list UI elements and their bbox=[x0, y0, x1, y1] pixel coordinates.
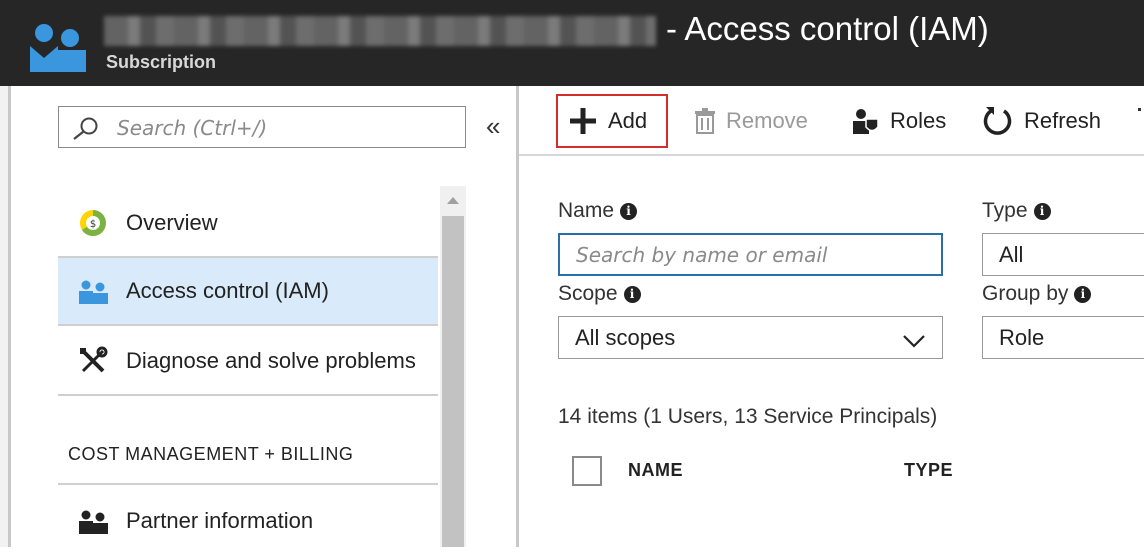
sidebar-item-diagnose[interactable]: Diagnose and solve problems bbox=[58, 328, 438, 396]
section-heading: COST MANAGEMENT + BILLING bbox=[68, 444, 354, 464]
refresh-button-label: Refresh bbox=[1024, 108, 1102, 133]
scrollbar-thumb[interactable] bbox=[442, 216, 464, 547]
wrench-screwdriver-icon bbox=[76, 344, 110, 378]
add-button[interactable]: Add bbox=[556, 94, 668, 148]
toolbar-divider bbox=[519, 154, 1144, 156]
sidebar-item-label: Diagnose and solve problems bbox=[126, 348, 416, 373]
remove-button[interactable]: Remove bbox=[694, 94, 808, 148]
refresh-icon bbox=[982, 105, 1014, 137]
plus-icon bbox=[568, 106, 598, 136]
redacted-subscription-name bbox=[104, 16, 656, 46]
partner-users-icon bbox=[76, 504, 110, 538]
sidebar-item-partner-information[interactable]: Partner information bbox=[58, 487, 438, 555]
info-icon[interactable]: i bbox=[1033, 202, 1051, 220]
sidebar-search[interactable] bbox=[58, 106, 466, 148]
cost-overview-icon: $ bbox=[76, 206, 110, 240]
scope-select[interactable]: All scopes bbox=[558, 316, 943, 359]
add-button-label: Add bbox=[608, 108, 648, 133]
scope-label-text: Scope bbox=[558, 282, 618, 305]
select-all-checkbox[interactable] bbox=[572, 456, 602, 486]
items-count: 14 items (1 Users, 13 Service Principals… bbox=[558, 405, 938, 428]
collapse-sidebar-icon[interactable]: « bbox=[486, 111, 500, 142]
group-by-filter-label: Group by i bbox=[982, 282, 1092, 306]
scope-filter-label: Scope i bbox=[558, 282, 641, 306]
sidebar-scrollbar[interactable] bbox=[440, 186, 466, 547]
sidebar-item-label: Access control (IAM) bbox=[126, 278, 329, 303]
more-toolbar-icon[interactable] bbox=[1138, 108, 1141, 111]
refresh-button[interactable]: Refresh bbox=[982, 94, 1101, 148]
type-select-value: All bbox=[999, 241, 1024, 267]
group-by-select-value: Role bbox=[999, 324, 1045, 350]
group-by-label-text: Group by bbox=[982, 282, 1069, 305]
scope-select-value: All scopes bbox=[575, 324, 676, 350]
blade-header: - Access control (IAM) Subscription bbox=[0, 0, 1144, 86]
type-filter-label: Type i bbox=[982, 199, 1051, 223]
divider bbox=[58, 483, 438, 485]
sidebar-item-label: Overview bbox=[126, 210, 218, 235]
name-label-text: Name bbox=[558, 199, 615, 222]
svg-text:$: $ bbox=[90, 219, 96, 230]
trash-icon bbox=[694, 108, 716, 134]
info-icon[interactable]: i bbox=[620, 202, 638, 220]
sidebar-item-overview[interactable]: $ Overview bbox=[58, 190, 438, 258]
left-page-edge bbox=[0, 86, 11, 547]
info-icon[interactable]: i bbox=[623, 285, 641, 303]
sidebar-search-input[interactable] bbox=[115, 113, 459, 143]
group-by-select[interactable]: Role bbox=[982, 316, 1144, 359]
column-header-type[interactable]: TYPE bbox=[904, 460, 953, 481]
iam-users-icon bbox=[30, 24, 86, 72]
sidebar-item-label: Partner information bbox=[126, 508, 314, 533]
info-icon[interactable]: i bbox=[1074, 285, 1092, 303]
type-label-text: Type bbox=[982, 199, 1028, 222]
user-shield-icon bbox=[852, 107, 880, 135]
search-icon bbox=[73, 117, 98, 140]
page-subtitle: Subscription bbox=[106, 52, 217, 72]
type-select[interactable]: All bbox=[982, 233, 1144, 276]
chevron-down-icon bbox=[902, 329, 926, 355]
sidebar-item-access-control[interactable]: Access control (IAM) bbox=[58, 258, 438, 326]
name-search-input[interactable] bbox=[558, 233, 943, 276]
scroll-up-arrow-icon[interactable] bbox=[447, 197, 459, 204]
remove-button-label: Remove bbox=[726, 108, 808, 133]
roles-button-label: Roles bbox=[890, 108, 947, 133]
users-icon bbox=[76, 274, 110, 308]
name-filter-label: Name i bbox=[558, 199, 638, 223]
roles-button[interactable]: Roles bbox=[852, 94, 946, 148]
column-header-name[interactable]: NAME bbox=[628, 460, 683, 481]
page-title: - Access control (IAM) bbox=[666, 10, 989, 47]
